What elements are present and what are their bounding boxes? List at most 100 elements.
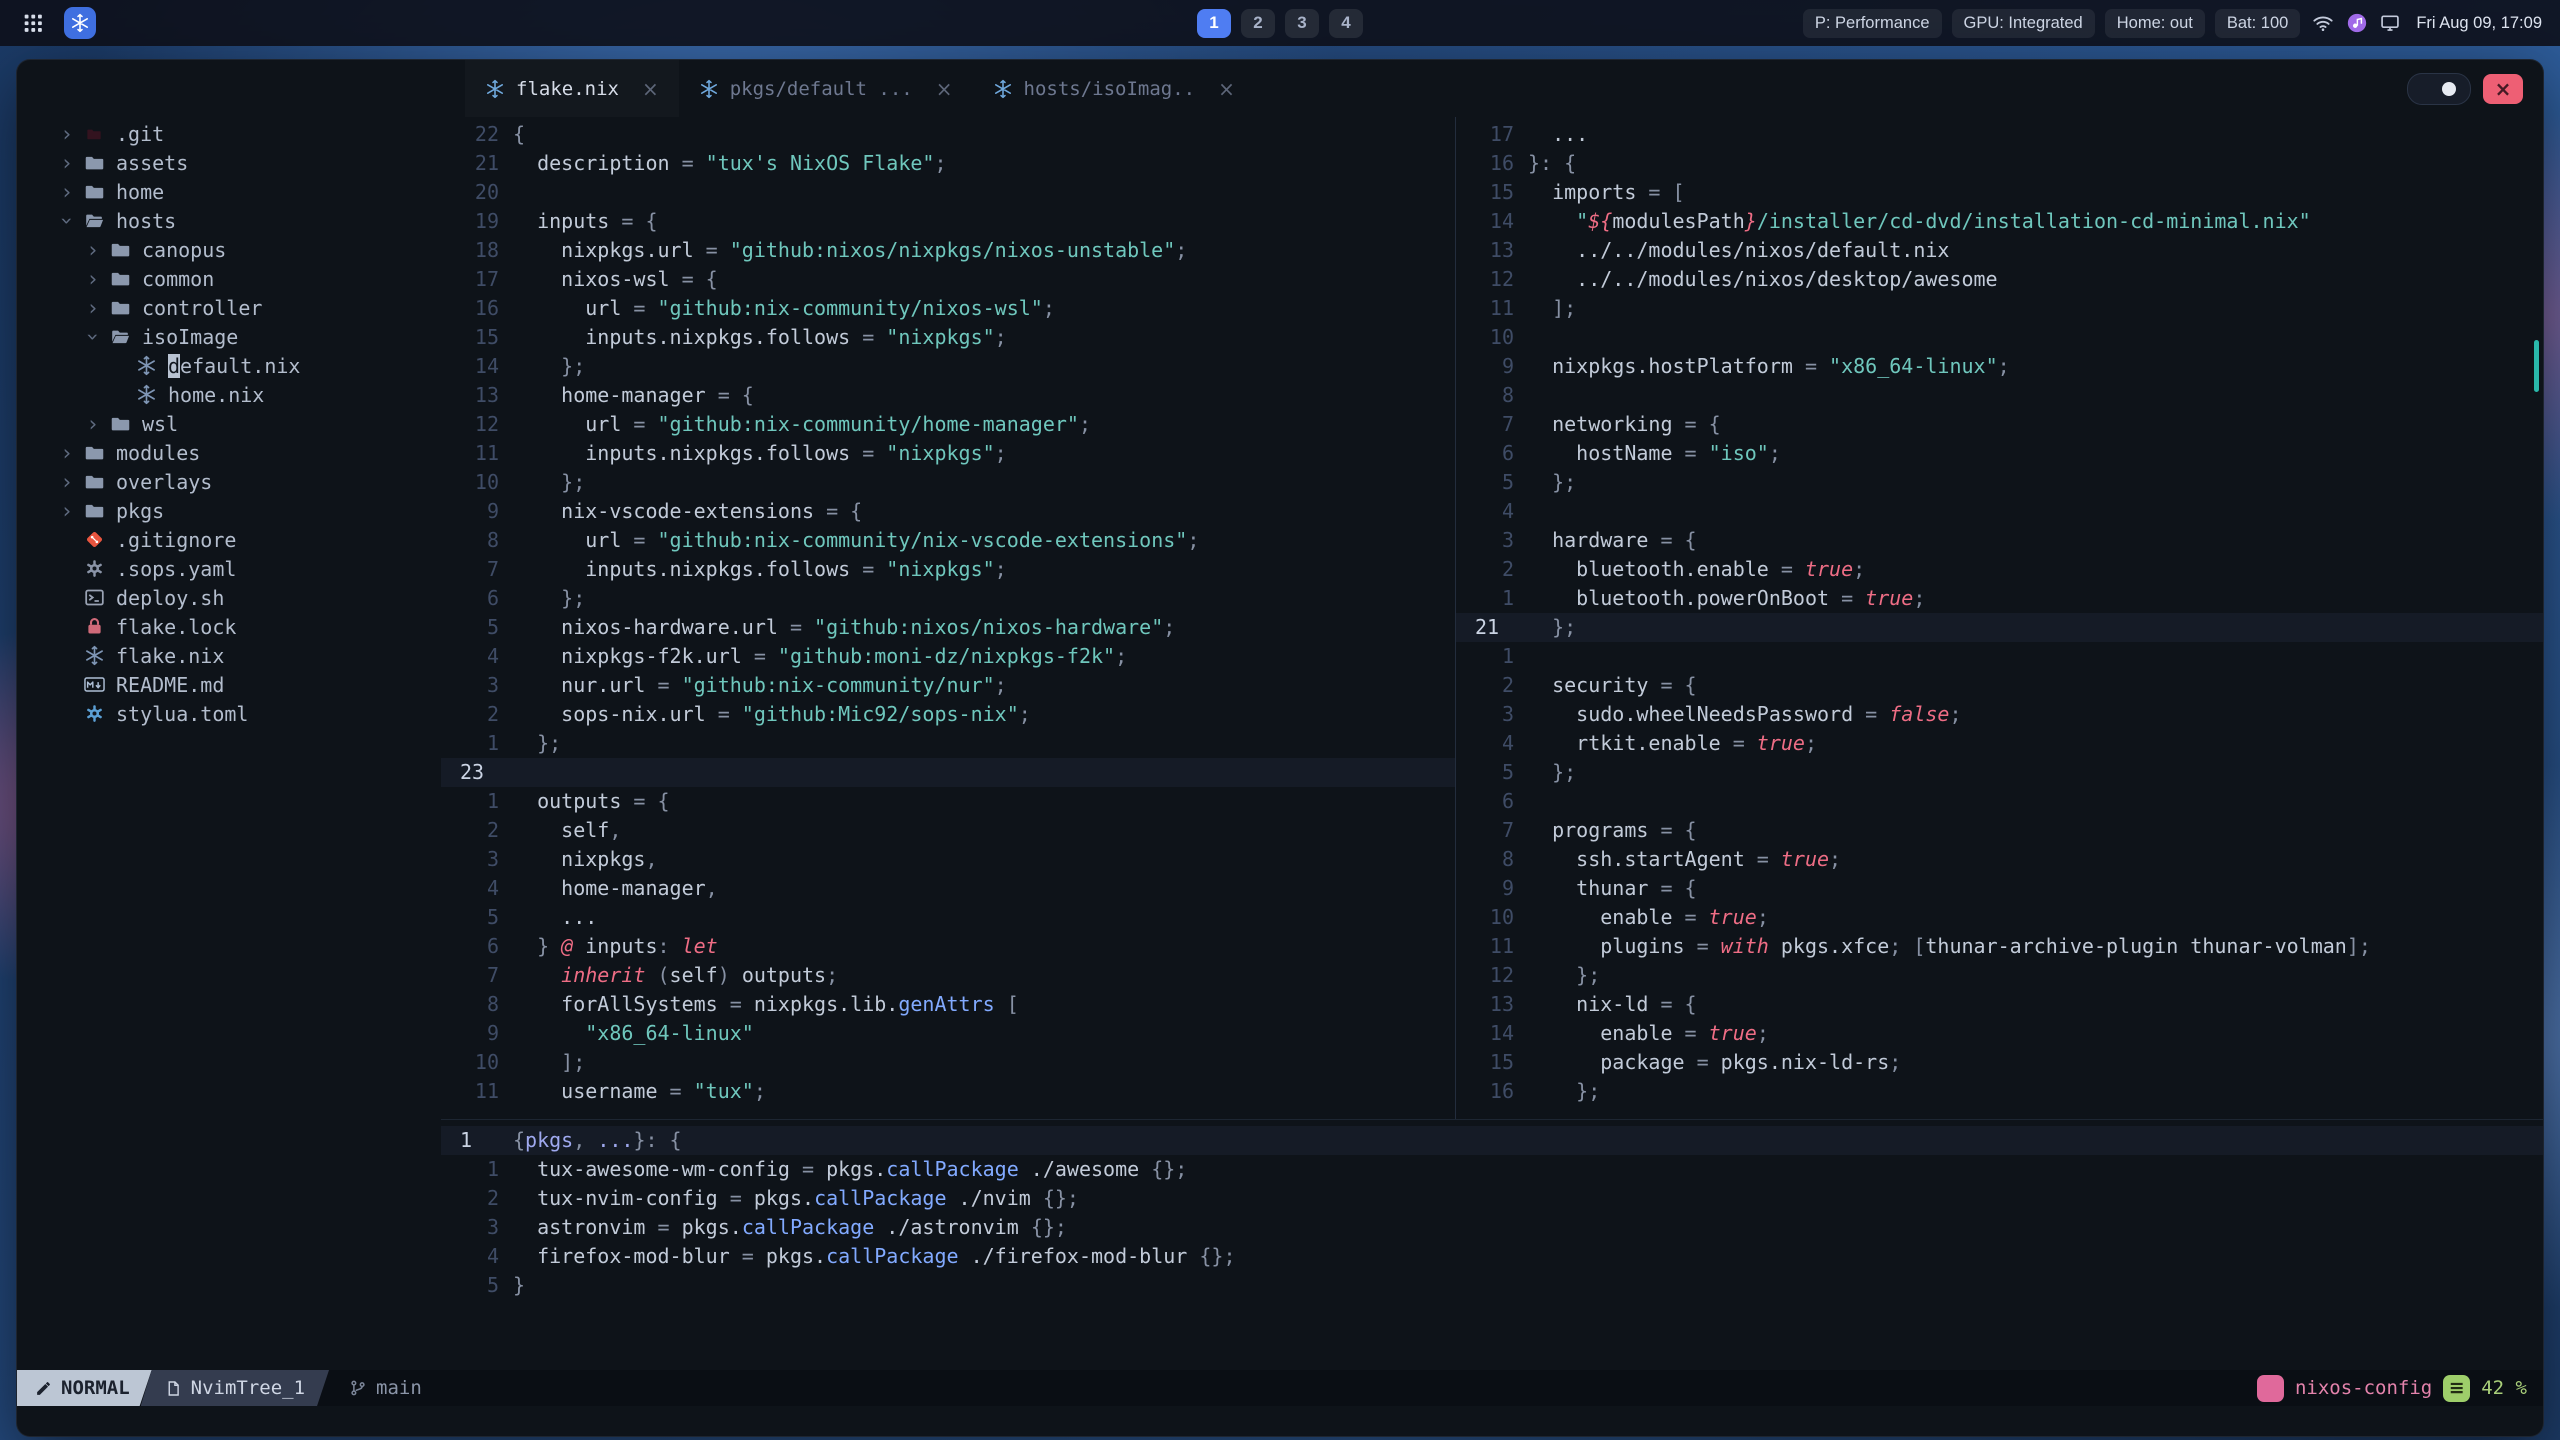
code-line[interactable]: 3 nixpkgs, bbox=[441, 845, 1455, 874]
code-line[interactable]: 6 bbox=[1456, 787, 2543, 816]
code-line[interactable]: 4 nixpkgs-f2k.url = "github:moni-dz/nixp… bbox=[441, 642, 1455, 671]
code-line[interactable]: 9 "x86_64-linux" bbox=[441, 1019, 1455, 1048]
code-line[interactable]: 3 hardware = { bbox=[1456, 526, 2543, 555]
pane-flake-code[interactable]: 22{21 description = "tux's NixOS Flake";… bbox=[441, 117, 1455, 1119]
code-line[interactable]: 1 {pkgs, ...}: { bbox=[441, 1126, 2543, 1155]
tree-item-stylua-toml[interactable]: stylua.toml bbox=[17, 699, 441, 728]
code-line[interactable]: 9 nix-vscode-extensions = { bbox=[441, 497, 1455, 526]
code-line[interactable]: 18 nixpkgs.url = "github:nixos/nixpkgs/n… bbox=[441, 236, 1455, 265]
command-line[interactable] bbox=[17, 1406, 2543, 1436]
code-line[interactable]: 1 outputs = { bbox=[441, 787, 1455, 816]
code-line[interactable]: 10 }; bbox=[441, 468, 1455, 497]
code-line[interactable]: 2 security = { bbox=[1456, 671, 2543, 700]
tab-close-icon[interactable]: × bbox=[936, 77, 953, 101]
tree-item-modules[interactable]: › modules bbox=[17, 438, 441, 467]
code-line[interactable]: 9 nixpkgs.hostPlatform = "x86_64-linux"; bbox=[1456, 352, 2543, 381]
scrollbar-thumb[interactable] bbox=[2534, 340, 2539, 392]
nix-logo-icon[interactable] bbox=[64, 7, 96, 39]
code-line[interactable]: 11 inputs.nixpkgs.follows = "nixpkgs"; bbox=[441, 439, 1455, 468]
chevron-right-icon[interactable]: › bbox=[81, 412, 105, 436]
code-line[interactable]: 11 ]; bbox=[1456, 294, 2543, 323]
code-line[interactable]: 4 rtkit.enable = true; bbox=[1456, 729, 2543, 758]
apps-grid-icon[interactable] bbox=[18, 8, 48, 38]
workspace-4[interactable]: 4 bbox=[1329, 8, 1363, 38]
code-line[interactable]: 14 enable = true; bbox=[1456, 1019, 2543, 1048]
tree-item-wsl[interactable]: › wsl bbox=[17, 409, 441, 438]
code-line[interactable]: 5 nixos-hardware.url = "github:nixos/nix… bbox=[441, 613, 1455, 642]
tree-item-deploy-sh[interactable]: deploy.sh bbox=[17, 583, 441, 612]
code-line[interactable]: 8 bbox=[1456, 381, 2543, 410]
code-line[interactable]: 3 sudo.wheelNeedsPassword = false; bbox=[1456, 700, 2543, 729]
tab-close-icon[interactable]: × bbox=[642, 77, 659, 101]
code-line[interactable]: 9 thunar = { bbox=[1456, 874, 2543, 903]
code-line[interactable]: 10 enable = true; bbox=[1456, 903, 2543, 932]
chevron-right-icon[interactable]: › bbox=[55, 180, 79, 204]
chevron-down-icon[interactable]: › bbox=[55, 209, 79, 233]
tree-item-assets[interactable]: › assets bbox=[17, 148, 441, 177]
workspace-2[interactable]: 2 bbox=[1241, 8, 1275, 38]
code-line[interactable]: 16 url = "github:nix-community/nixos-wsl… bbox=[441, 294, 1455, 323]
code-line[interactable]: 6 }; bbox=[441, 584, 1455, 613]
tab-flake-nix[interactable]: flake.nix × bbox=[465, 60, 679, 117]
code-line[interactable]: 15 inputs.nixpkgs.follows = "nixpkgs"; bbox=[441, 323, 1455, 352]
code-line[interactable]: 2 tux-nvim-config = pkgs.callPackage ./n… bbox=[441, 1184, 2543, 1213]
tree-item-gitignore[interactable]: .gitignore bbox=[17, 525, 441, 554]
code-line[interactable]: 6 hostName = "iso"; bbox=[1456, 439, 2543, 468]
tab-close-icon[interactable]: × bbox=[1218, 77, 1235, 101]
workspace-1[interactable]: 1 bbox=[1197, 8, 1231, 38]
code-line[interactable]: 15 package = pkgs.nix-ld-rs; bbox=[1456, 1048, 2543, 1077]
code-line[interactable]: 1 bbox=[1456, 642, 2543, 671]
tree-item-flake-lock[interactable]: flake.lock bbox=[17, 612, 441, 641]
code-line[interactable]: 2 self, bbox=[441, 816, 1455, 845]
code-line[interactable]: 16}: { bbox=[1456, 149, 2543, 178]
tree-item-common[interactable]: › common bbox=[17, 264, 441, 293]
code-line[interactable]: 4 home-manager, bbox=[441, 874, 1455, 903]
tree-item-isoImage[interactable]: › isoImage bbox=[17, 322, 441, 351]
code-line[interactable]: 17 ... bbox=[1456, 120, 2543, 149]
code-line[interactable]: 10 bbox=[1456, 323, 2543, 352]
code-line[interactable]: 5 }; bbox=[1456, 758, 2543, 787]
chevron-right-icon[interactable]: › bbox=[55, 470, 79, 494]
tree-item-canopus[interactable]: › canopus bbox=[17, 235, 441, 264]
window-close-button[interactable]: × bbox=[2483, 74, 2523, 104]
code-line[interactable]: 21 }; bbox=[1456, 613, 2543, 642]
chevron-right-icon[interactable]: › bbox=[55, 441, 79, 465]
chevron-right-icon[interactable]: › bbox=[81, 296, 105, 320]
code-line[interactable]: 19 inputs = { bbox=[441, 207, 1455, 236]
pane-pkgs-code[interactable]: 1 {pkgs, ...}: {1 tux-awesome-wm-config =… bbox=[441, 1119, 2543, 1370]
code-line[interactable]: 13 home-manager = { bbox=[441, 381, 1455, 410]
code-line[interactable]: 14 }; bbox=[441, 352, 1455, 381]
code-line[interactable]: 8 url = "github:nix-community/nix-vscode… bbox=[441, 526, 1455, 555]
tree-item-home-nix[interactable]: home.nix bbox=[17, 380, 441, 409]
pane-iso-code[interactable]: 17 ... 16}: {15 imports = [14 "${modulesP… bbox=[1455, 117, 2543, 1119]
tab-hosts-isoImag[interactable]: hosts/isoImag.. × bbox=[973, 60, 1255, 117]
tree-item-flake-nix[interactable]: flake.nix bbox=[17, 641, 441, 670]
code-line[interactable]: 1 }; bbox=[441, 729, 1455, 758]
chevron-down-icon[interactable]: › bbox=[81, 325, 105, 349]
tree-item-sops-yaml[interactable]: .sops.yaml bbox=[17, 554, 441, 583]
chevron-right-icon[interactable]: › bbox=[81, 267, 105, 291]
code-line[interactable]: 1 tux-awesome-wm-config = pkgs.callPacka… bbox=[441, 1155, 2543, 1184]
tree-item-git[interactable]: › .git bbox=[17, 119, 441, 148]
code-line[interactable]: 3 astronvim = pkgs.callPackage ./astronv… bbox=[441, 1213, 2543, 1242]
code-line[interactable]: 15 imports = [ bbox=[1456, 178, 2543, 207]
code-line[interactable]: 12 url = "github:nix-community/home-mana… bbox=[441, 410, 1455, 439]
code-line[interactable]: 16 }; bbox=[1456, 1077, 2543, 1106]
code-line[interactable]: 4 firefox-mod-blur = pkgs.callPackage ./… bbox=[441, 1242, 2543, 1271]
code-line[interactable]: 4 bbox=[1456, 497, 2543, 526]
tree-item-hosts[interactable]: › hosts bbox=[17, 206, 441, 235]
tree-item-overlays[interactable]: › overlays bbox=[17, 467, 441, 496]
tree-item-README-md[interactable]: README.md bbox=[17, 670, 441, 699]
code-line[interactable]: 21 description = "tux's NixOS Flake"; bbox=[441, 149, 1455, 178]
tree-item-default-nix[interactable]: default.nix bbox=[17, 351, 441, 380]
code-line[interactable]: 2 bluetooth.enable = true; bbox=[1456, 555, 2543, 584]
code-line[interactable]: 22 { bbox=[441, 120, 1455, 149]
code-line[interactable]: 7 programs = { bbox=[1456, 816, 2543, 845]
workspace-3[interactable]: 3 bbox=[1285, 8, 1319, 38]
code-line[interactable]: 1 bluetooth.powerOnBoot = true; bbox=[1456, 584, 2543, 613]
code-line[interactable]: 20 bbox=[441, 178, 1455, 207]
code-line[interactable]: 7 inherit (self) outputs; bbox=[441, 961, 1455, 990]
code-line[interactable]: 7 inputs.nixpkgs.follows = "nixpkgs"; bbox=[441, 555, 1455, 584]
code-line[interactable]: 5} bbox=[441, 1271, 2543, 1300]
chevron-right-icon[interactable]: › bbox=[55, 499, 79, 523]
